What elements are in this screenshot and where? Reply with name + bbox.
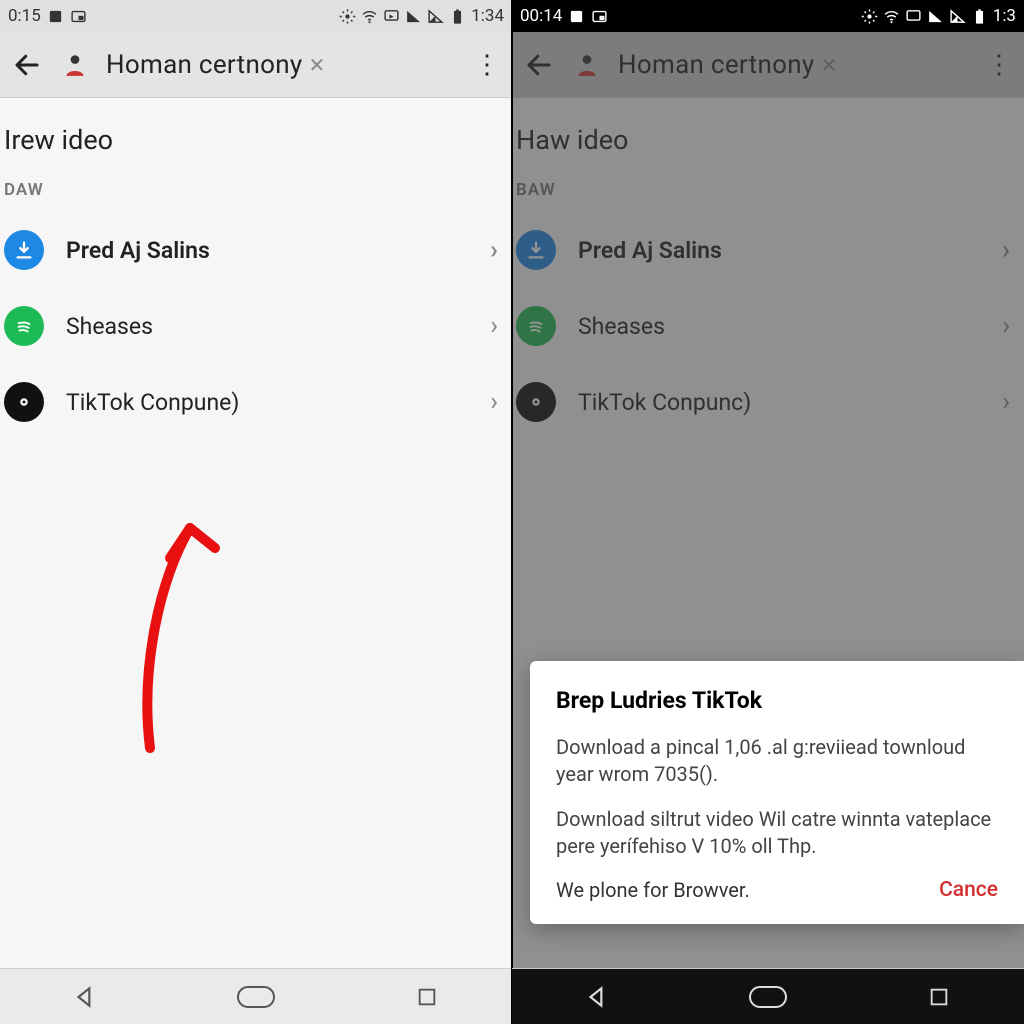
wifi-icon: [361, 8, 378, 25]
signal-icon: [427, 8, 444, 25]
notification-icon: [47, 8, 64, 25]
chevron-right-icon: ›: [490, 235, 498, 265]
nav-home-button[interactable]: [235, 983, 277, 1011]
settings-icon: [339, 8, 356, 25]
cast-icon: ▶: [383, 8, 400, 25]
back-button[interactable]: [10, 48, 44, 82]
dialog-browser-button[interactable]: We plone for Browver.: [556, 878, 750, 902]
nav-bar: [0, 968, 512, 1024]
page-title: Homan certnony ✕: [618, 50, 968, 80]
list-item-label: Sheases: [578, 313, 665, 340]
wifi-icon: [883, 8, 900, 25]
section-subheading: BAW: [512, 180, 1024, 212]
edit-icon[interactable]: ✕: [821, 53, 838, 77]
phone-right: 00:14 1:3 Homan certnony: [512, 0, 1024, 1024]
svg-text:▶: ▶: [390, 13, 395, 19]
dialog-cancel-button[interactable]: Cance: [939, 878, 998, 902]
notification-icon: [568, 8, 585, 25]
section-heading: Irew ideo: [0, 124, 512, 180]
tiktok-icon: [4, 382, 44, 422]
dialog-title: Brep Ludries TikTok: [556, 687, 998, 714]
settings-icon: [861, 8, 878, 25]
status-clock: 1:3: [993, 6, 1016, 26]
phone-left: 0:15 ▶ 1:34 Homan certnony: [0, 0, 512, 1024]
status-clock: 1:34: [471, 6, 504, 26]
list-item-label: TikTok Conpune): [66, 389, 239, 416]
overflow-menu-button[interactable]: ⋮: [472, 52, 502, 78]
nav-recents-button[interactable]: [918, 983, 960, 1011]
nav-back-button[interactable]: [64, 983, 106, 1011]
list-item-sheases[interactable]: Sheases ›: [512, 288, 1024, 364]
nav-home-button[interactable]: [747, 983, 789, 1011]
list-item-pred[interactable]: Pred Aj Salins ›: [0, 212, 512, 288]
chevron-right-icon: ›: [1002, 387, 1010, 417]
list-item-label: Pred Aj Salins: [66, 237, 210, 264]
signal-full-icon: [405, 8, 422, 25]
list-item-label: Pred Aj Salins: [578, 237, 722, 264]
nav-recents-button[interactable]: [406, 983, 448, 1011]
dialog-body-1: Download a pincal 1,06 .al g:reviiead to…: [556, 734, 998, 788]
overflow-menu-button[interactable]: ⋮: [984, 52, 1014, 78]
app-list: Pred Aj Salins › Sheases › TikTok Conpun…: [0, 212, 512, 440]
pip-icon: [591, 8, 608, 25]
avatar-icon: [572, 50, 602, 80]
download-icon: [516, 230, 556, 270]
cast-icon: [905, 8, 922, 25]
chevron-right-icon: ›: [1002, 311, 1010, 341]
back-button[interactable]: [522, 48, 556, 82]
list-item-pred[interactable]: Pred Aj Salins ›: [512, 212, 1024, 288]
content-area: Irew ideo DAW Pred Aj Salins › Sheases ›: [0, 98, 512, 968]
nav-back-button[interactable]: [576, 983, 618, 1011]
download-icon: [4, 230, 44, 270]
status-time: 00:14: [520, 6, 562, 26]
app-header: Homan certnony ✕ ⋮: [512, 32, 1024, 98]
spotify-icon: [516, 306, 556, 346]
page-title-text: Homan certnony: [106, 50, 303, 80]
screenshot-divider: [511, 0, 513, 1024]
list-item-label: TikTok Conpunc): [578, 389, 751, 416]
app-header: Homan certnony ✕ ⋮: [0, 32, 512, 98]
app-list: Pred Aj Salins › Sheases › TikTok Conpun…: [512, 212, 1024, 440]
edit-icon[interactable]: ✕: [309, 53, 326, 77]
spotify-icon: [4, 306, 44, 346]
battery-icon: [449, 8, 466, 25]
chevron-right-icon: ›: [490, 387, 498, 417]
status-bar: 00:14 1:3: [512, 0, 1024, 32]
section-subheading: DAW: [0, 180, 512, 212]
list-item-tiktok[interactable]: TikTok Conpune) ›: [0, 364, 512, 440]
status-bar: 0:15 ▶ 1:34: [0, 0, 512, 32]
list-item-tiktok[interactable]: TikTok Conpunc) ›: [512, 364, 1024, 440]
chevron-right-icon: ›: [490, 311, 498, 341]
pip-icon: [70, 8, 87, 25]
status-time: 0:15: [8, 6, 41, 26]
section-heading: Haw ideo: [512, 124, 1024, 180]
page-title-text: Homan certnony: [618, 50, 815, 80]
battery-icon: [971, 8, 988, 25]
dialog-body-2: Download siltrut video Wil catre winnta …: [556, 806, 998, 860]
list-item-sheases[interactable]: Sheases ›: [0, 288, 512, 364]
avatar-icon: [60, 50, 90, 80]
signal-full-icon: [927, 8, 944, 25]
chevron-right-icon: ›: [1002, 235, 1010, 265]
signal-icon: [949, 8, 966, 25]
list-item-label: Sheases: [66, 313, 153, 340]
annotation-arrow: [120, 498, 280, 758]
page-title: Homan certnony ✕: [106, 50, 456, 80]
nav-bar: [512, 968, 1024, 1024]
download-dialog: Brep Ludries TikTok Download a pincal 1,…: [530, 661, 1024, 924]
tiktok-icon: [516, 382, 556, 422]
